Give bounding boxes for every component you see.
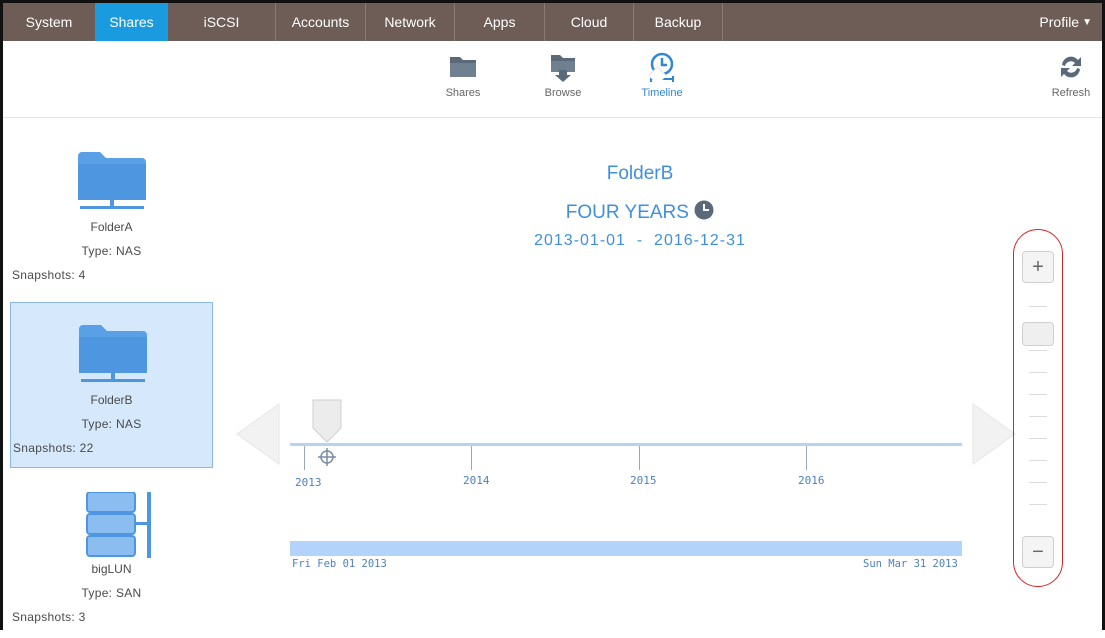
year-tick bbox=[304, 446, 305, 470]
share-item-folderb[interactable]: FolderB Type: NAS Snapshots: 22 bbox=[10, 302, 213, 468]
timeline-position-marker[interactable] bbox=[312, 399, 346, 469]
tab-backup[interactable]: Backup bbox=[634, 3, 723, 41]
year-tick bbox=[806, 446, 807, 470]
share-type: Type: NAS bbox=[81, 417, 142, 431]
year-label: 2013 bbox=[295, 476, 322, 489]
share-item-biglun[interactable]: bigLUN Type: SAN Snapshots: 3 bbox=[10, 472, 213, 638]
share-name: bigLUN bbox=[91, 562, 132, 576]
share-snapshots: Snapshots: 4 bbox=[12, 268, 86, 282]
timeline-axis bbox=[290, 443, 962, 446]
zoom-tick bbox=[1029, 372, 1047, 373]
zoom-out-button[interactable]: − bbox=[1022, 536, 1054, 568]
zoom-tick bbox=[1029, 482, 1047, 483]
range-end-label: Sun Mar 31 2013 bbox=[863, 558, 958, 570]
share-list: FolderA Type: NAS Snapshots: 4 FolderB T… bbox=[3, 118, 218, 630]
tab-cloud[interactable]: Cloud bbox=[545, 3, 634, 41]
tab-apps[interactable]: Apps bbox=[455, 3, 545, 41]
clock-icon[interactable] bbox=[694, 200, 714, 220]
timeline-range-dates: 2013-01-01 - 2016-12-31 bbox=[534, 232, 746, 249]
zoom-tick bbox=[1029, 438, 1047, 439]
browse-view-button[interactable]: Browse bbox=[528, 51, 598, 111]
timeline-range-name: FOUR YEARS bbox=[470, 200, 810, 224]
zoom-tick bbox=[1029, 504, 1047, 505]
profile-menu[interactable]: Profile ▼ bbox=[982, 3, 1102, 41]
previous-arrow-icon[interactable] bbox=[236, 403, 280, 465]
timeline-view-button[interactable]: Timeline bbox=[627, 51, 697, 111]
zoom-tick bbox=[1029, 416, 1047, 417]
tab-network[interactable]: Network bbox=[366, 3, 455, 41]
shares-view-button[interactable]: Shares bbox=[428, 51, 498, 111]
zoom-tick bbox=[1029, 306, 1047, 307]
caret-down-icon: ▼ bbox=[1082, 16, 1092, 28]
refresh-button[interactable]: Refresh bbox=[1036, 51, 1105, 111]
top-navigation: System Shares iSCSI Accounts Network App… bbox=[3, 3, 1102, 41]
tab-system[interactable]: System bbox=[3, 3, 96, 41]
share-snapshots: Snapshots: 3 bbox=[12, 610, 86, 624]
year-tick bbox=[471, 446, 472, 470]
share-snapshots: Snapshots: 22 bbox=[13, 441, 94, 455]
folder-icon bbox=[79, 325, 147, 382]
year-tick bbox=[639, 446, 640, 470]
tab-shares[interactable]: Shares bbox=[96, 3, 168, 41]
browse-icon bbox=[551, 55, 575, 82]
zoom-tick bbox=[1029, 460, 1047, 461]
range-start-label: Fri Feb 01 2013 bbox=[292, 558, 387, 570]
lun-icon bbox=[86, 492, 151, 558]
refresh-icon bbox=[1061, 56, 1081, 78]
share-type: Type: NAS bbox=[81, 244, 142, 258]
folder-icon bbox=[450, 57, 476, 77]
timeline-folder-title: FolderB bbox=[606, 163, 674, 184]
tab-iscsi[interactable]: iSCSI bbox=[168, 3, 276, 41]
tab-accounts[interactable]: Accounts bbox=[276, 3, 366, 41]
share-type: Type: SAN bbox=[81, 586, 142, 600]
zoom-tick bbox=[1029, 394, 1047, 395]
year-label: 2016 bbox=[798, 474, 825, 487]
zoom-in-button[interactable]: + bbox=[1022, 251, 1054, 283]
share-name: FolderA bbox=[90, 220, 133, 234]
next-arrow-icon[interactable] bbox=[972, 403, 1016, 465]
year-label: 2015 bbox=[630, 474, 657, 487]
share-name: FolderB bbox=[90, 393, 133, 407]
sub-toolbar: Shares Browse Timeline Refresh bbox=[3, 41, 1102, 118]
year-label: 2014 bbox=[463, 474, 490, 487]
zoom-slider-handle[interactable] bbox=[1022, 322, 1054, 346]
zoom-tick bbox=[1029, 350, 1047, 351]
share-item-foldera[interactable]: FolderA Type: NAS Snapshots: 4 bbox=[10, 130, 213, 296]
folder-icon bbox=[78, 152, 146, 209]
timeline-range-bar[interactable] bbox=[290, 541, 962, 556]
